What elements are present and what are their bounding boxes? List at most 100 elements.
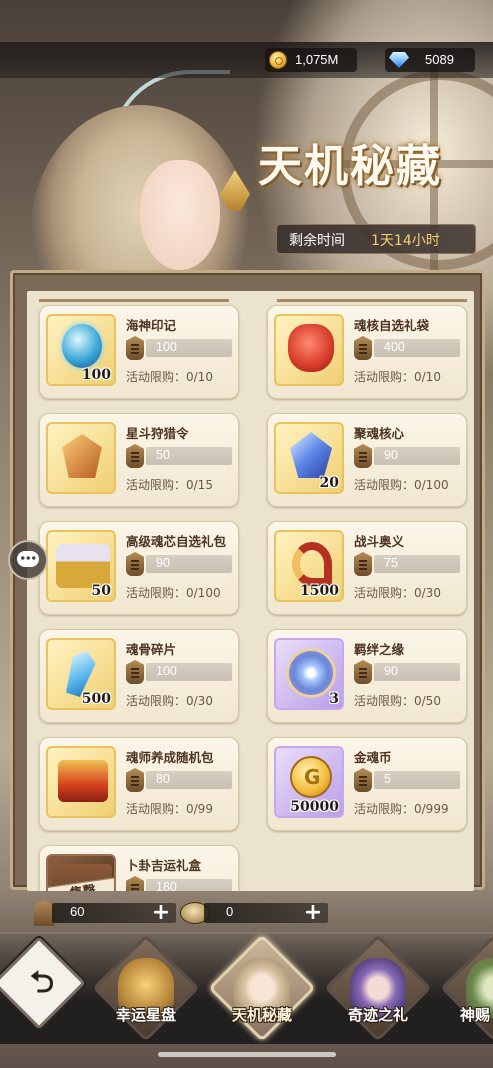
shop-item-card[interactable]: 500 魂骨碎片 100 活动限购：0/30	[39, 629, 239, 723]
purchase-limit: 活动限购：0/30	[126, 694, 213, 708]
item-quantity: 3	[329, 691, 339, 707]
price-value: 80	[156, 772, 170, 786]
shop-panel: 100 海神印记 100 活动限购：0/10 魂核自选礼袋 400 活动限购：0/10 星斗狩…	[10, 270, 485, 891]
price-value: 75	[384, 556, 398, 570]
token-icon	[354, 768, 372, 792]
back-arrow-icon: ⮌	[29, 965, 55, 1000]
item-thumbnail[interactable]: 20	[274, 422, 344, 494]
item-thumbnail[interactable]: 1500	[274, 530, 344, 602]
purchase-limit: 活动限购：0/15	[126, 478, 213, 492]
chat-button[interactable]	[8, 540, 48, 580]
shop-screen: 1,075M 5089 天机秘藏 剩余时间 1天14小时 100 海神印记 100 活…	[0, 0, 493, 1068]
orb-icon	[62, 324, 102, 368]
remaining-time-value: 1天14小时	[371, 233, 440, 249]
tab-tianji-treasure[interactable]: 天机秘藏	[208, 934, 316, 1042]
item-thumbnail[interactable]	[274, 314, 344, 386]
item-price[interactable]: 100	[126, 660, 234, 684]
price-bar: 80	[146, 771, 232, 789]
item-name: 卜卦吉运礼盒	[126, 858, 202, 873]
item-name: 星斗狩猎令	[126, 426, 189, 441]
bag-icon	[288, 324, 334, 372]
item-quantity: 500	[81, 691, 111, 707]
gold-currency[interactable]: 1,075M	[265, 48, 357, 72]
item-price[interactable]: 50	[126, 444, 234, 468]
item-price[interactable]: 180	[126, 876, 234, 891]
tab-label: 神赐	[460, 1006, 491, 1024]
item-thumbnail[interactable]: 500	[46, 638, 116, 710]
tab-divine-gift[interactable]: 神赐	[440, 934, 493, 1042]
price-value: 90	[384, 664, 398, 678]
item-price[interactable]: 90	[126, 552, 234, 576]
token-icon	[354, 336, 372, 360]
item-name: 海神印记	[126, 318, 177, 333]
token-count: 60	[70, 904, 85, 919]
item-price[interactable]: 80	[126, 768, 234, 792]
item-thumbnail[interactable]: 100	[46, 314, 116, 386]
item-name: 高级魂芯自选礼包	[126, 534, 227, 549]
shop-panel-inner: 100 海神印记 100 活动限购：0/10 魂核自选礼袋 400 活动限购：0/10 星斗狩…	[27, 291, 474, 891]
item-name: 魂师养成随机包	[126, 750, 214, 765]
token-resource: 60 +	[28, 900, 178, 926]
item-thumbnail[interactable]: 50000	[274, 746, 344, 818]
price-bar: 90	[374, 447, 460, 465]
shop-item-card[interactable]: 魂师养成随机包 80 活动限购：0/99	[39, 737, 239, 831]
item-thumbnail[interactable]: 售罄	[46, 854, 116, 891]
medal-resource: 0 +	[180, 900, 330, 926]
price-value: 90	[384, 448, 398, 462]
horn-icon	[292, 542, 332, 586]
hero-character-art	[0, 70, 260, 290]
shop-item-card[interactable]: 星斗狩猎令 50 活动限购：0/15	[39, 413, 239, 507]
purchase-limit: 活动限购：0/10	[126, 370, 213, 384]
price-bar: 90	[146, 555, 232, 573]
price-value: 100	[156, 340, 177, 354]
item-thumbnail[interactable]	[46, 422, 116, 494]
shop-item-card[interactable]: 1500 战斗奥义 75 活动限购：0/30	[267, 521, 467, 615]
item-quantity: 50000	[290, 799, 339, 815]
shop-item-card[interactable]: 魂核自选礼袋 400 活动限购：0/10	[267, 305, 467, 399]
item-name: 金魂币	[354, 750, 392, 765]
diamond-amount: 5089	[425, 52, 454, 67]
item-thumbnail[interactable]	[46, 746, 116, 818]
token-icon	[126, 660, 144, 684]
chat-dots	[20, 556, 36, 560]
remaining-time: 剩余时间 1天14小时	[276, 224, 476, 254]
price-value: 5	[384, 772, 391, 786]
item-price[interactable]: 90	[354, 444, 462, 468]
add-medal-button[interactable]: +	[302, 902, 324, 924]
item-thumbnail[interactable]: 50	[46, 530, 116, 602]
gold-coin-icon	[290, 756, 332, 798]
tab-lucky-astrolabe[interactable]: 幸运星盘	[92, 934, 200, 1042]
price-bar: 90	[374, 663, 460, 681]
item-price[interactable]: 5	[354, 768, 462, 792]
item-price[interactable]: 100	[126, 336, 234, 360]
token-icon	[126, 444, 144, 468]
panel-divider	[277, 299, 467, 302]
item-name: 魂核自选礼袋	[354, 318, 430, 333]
shop-item-card[interactable]: 50 高级魂芯自选礼包 90 活动限购：0/100	[39, 521, 239, 615]
gold-coin-icon	[269, 51, 287, 69]
item-price[interactable]: 90	[354, 660, 462, 684]
price-value: 50	[156, 448, 170, 462]
purchase-limit: 活动限购：0/100	[126, 586, 221, 600]
home-indicator[interactable]	[158, 1052, 336, 1057]
shop-item-card[interactable]: 50000 金魂币 5 活动限购：0/999	[267, 737, 467, 831]
item-thumbnail[interactable]: 3	[274, 638, 344, 710]
diamond-currency[interactable]: 5089	[385, 48, 475, 72]
price-bar: 75	[374, 555, 460, 573]
price-value: 400	[384, 340, 405, 354]
price-bar: 100	[146, 663, 232, 681]
item-grid: 100 海神印记 100 活动限购：0/10 魂核自选礼袋 400 活动限购：0/10 星斗狩…	[27, 305, 474, 891]
event-title: 天机秘藏	[258, 141, 442, 192]
token-icon	[354, 552, 372, 576]
token-icon	[34, 900, 54, 926]
token-icon	[126, 768, 144, 792]
item-price[interactable]: 75	[354, 552, 462, 576]
shop-item-card[interactable]: 3 羁绊之缘 90 活动限购：0/50	[267, 629, 467, 723]
shop-item-card[interactable]: 20 聚魂核心 90 活动限购：0/100	[267, 413, 467, 507]
shop-item-card[interactable]: 售罄卜卦吉运礼盒 180	[39, 845, 239, 891]
diamond-icon	[389, 52, 409, 68]
add-token-button[interactable]: +	[150, 902, 172, 924]
shop-item-card[interactable]: 100 海神印记 100 活动限购：0/10	[39, 305, 239, 399]
item-price[interactable]: 400	[354, 336, 462, 360]
tab-miracle-gift[interactable]: 奇迹之礼	[324, 934, 432, 1042]
